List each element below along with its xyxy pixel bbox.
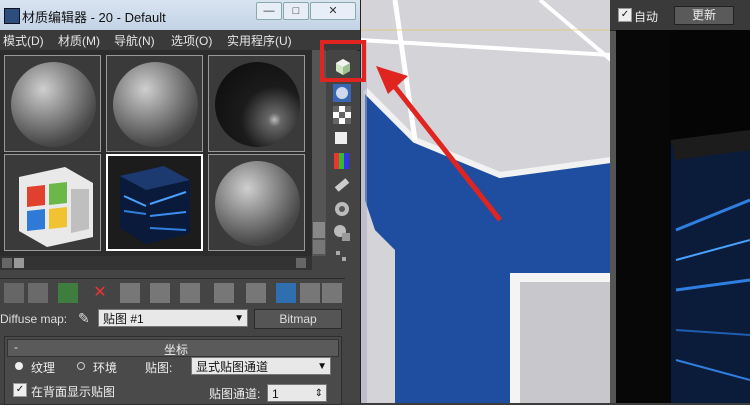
make-preview-icon[interactable] bbox=[333, 176, 351, 194]
coordinates-rollout: - 坐标 纹理 环境 贴图: 显式贴图通道 ▼ ✓ 在背面显示贴图 贴图通道: … bbox=[4, 336, 342, 405]
go-forward-to-sibling-icon[interactable] bbox=[300, 283, 320, 303]
map-row: Diffuse map: ✎ 贴图 #1 ▼ Bitmap bbox=[0, 307, 345, 331]
scroll-down-icon[interactable] bbox=[313, 240, 325, 254]
chevron-down-icon: ▼ bbox=[234, 313, 244, 324]
render-window: ✓ 自动 更新 bbox=[610, 0, 750, 403]
sample-slots bbox=[0, 50, 312, 256]
show-back-checkbox[interactable]: ✓ bbox=[13, 383, 27, 397]
material-editor-window: 材质编辑器 - 20 - Default — □ ✕ 模式(D) 材质(M) 导… bbox=[0, 0, 361, 405]
put-to-library-icon[interactable] bbox=[150, 283, 170, 303]
eyedropper-icon[interactable]: ✎ bbox=[78, 310, 90, 327]
sphere-preview bbox=[11, 62, 96, 147]
map-label: 贴图: bbox=[145, 361, 173, 375]
rollout-title: 坐标 bbox=[164, 343, 189, 357]
put-to-scene-icon[interactable] bbox=[28, 283, 48, 303]
menu-options[interactable]: 选项(O) bbox=[171, 32, 212, 49]
show-end-result-icon[interactable] bbox=[246, 283, 266, 303]
scroll-left-icon[interactable] bbox=[2, 258, 12, 268]
map-channel-type-dropdown[interactable]: 显式贴图通道 ▼ bbox=[191, 357, 331, 375]
minimize-button[interactable]: — bbox=[256, 2, 282, 20]
sample-slot[interactable] bbox=[106, 55, 203, 152]
backlight-icon[interactable] bbox=[333, 84, 351, 102]
sample-slot[interactable] bbox=[4, 55, 101, 152]
render-preview bbox=[616, 30, 750, 403]
rollout-collapse[interactable]: - bbox=[14, 340, 18, 354]
light-cube-preview bbox=[108, 156, 201, 249]
material-toolbar: ✕ bbox=[0, 278, 345, 307]
update-button[interactable]: 更新 bbox=[674, 6, 734, 25]
menu-utilities[interactable]: 实用程序(U) bbox=[227, 32, 292, 49]
auto-label: 自动 bbox=[634, 10, 659, 24]
go-to-parent-icon[interactable] bbox=[276, 283, 296, 303]
scroll-thumb[interactable] bbox=[14, 258, 24, 268]
rollout-header[interactable]: - 坐标 bbox=[7, 339, 339, 357]
title-bar: 材质编辑器 - 20 - Default — □ ✕ bbox=[0, 0, 360, 30]
render-toolbar: ✓ 自动 更新 bbox=[610, 0, 750, 31]
reset-map-icon[interactable]: ✕ bbox=[90, 283, 110, 303]
show-shaded-icon[interactable] bbox=[214, 283, 234, 303]
chevron-down-icon: ▼ bbox=[317, 361, 327, 372]
video-color-check-icon[interactable] bbox=[333, 152, 351, 170]
map-name-value: 贴图 #1 bbox=[103, 312, 144, 326]
environment-radio[interactable] bbox=[77, 362, 85, 370]
material-id-icon[interactable] bbox=[333, 248, 351, 266]
background-checker-icon[interactable] bbox=[333, 106, 351, 124]
highlight-box bbox=[320, 40, 366, 82]
options-icon[interactable] bbox=[333, 200, 351, 218]
map-name-dropdown[interactable]: 贴图 #1 ▼ bbox=[98, 309, 248, 327]
sphere-preview bbox=[215, 161, 300, 246]
slots-horizontal-scrollbar[interactable] bbox=[0, 256, 312, 270]
close-button[interactable]: ✕ bbox=[310, 2, 356, 20]
scroll-up-icon[interactable] bbox=[313, 222, 325, 238]
auto-checkbox[interactable]: ✓ bbox=[618, 8, 632, 22]
menu-bar: 模式(D) 材质(M) 导航(N) 选项(O) 实用程序(U) bbox=[0, 30, 360, 51]
menu-material[interactable]: 材质(M) bbox=[58, 32, 100, 49]
pick-material-icon[interactable] bbox=[322, 283, 342, 303]
render-preview-image bbox=[616, 30, 750, 403]
texture-label: 纹理 bbox=[31, 361, 56, 375]
select-by-material-icon[interactable] bbox=[333, 224, 351, 242]
sample-slot[interactable] bbox=[4, 154, 101, 251]
scroll-right-icon[interactable] bbox=[296, 258, 306, 268]
sphere-preview bbox=[215, 62, 300, 147]
sample-slot-active[interactable] bbox=[106, 154, 203, 251]
assign-to-selection-icon[interactable] bbox=[58, 283, 78, 303]
spinner-icon[interactable]: ⇕ bbox=[315, 385, 323, 403]
side-toolbar bbox=[327, 50, 357, 280]
sample-slot[interactable] bbox=[208, 154, 305, 251]
get-material-icon[interactable] bbox=[4, 283, 24, 303]
channel-spinner[interactable]: 1 ⇕ bbox=[267, 384, 327, 402]
uv-tiling-icon[interactable] bbox=[333, 130, 351, 148]
channel-value: 1 bbox=[272, 387, 279, 401]
sample-slot[interactable] bbox=[208, 55, 305, 152]
maximize-button[interactable]: □ bbox=[283, 2, 309, 20]
sphere-preview bbox=[113, 62, 198, 147]
show-back-label: 在背面显示贴图 bbox=[31, 385, 116, 399]
menu-mode[interactable]: 模式(D) bbox=[3, 32, 44, 49]
app-icon bbox=[4, 8, 20, 24]
map-type-button[interactable]: Bitmap bbox=[254, 309, 342, 329]
texture-radio[interactable] bbox=[15, 362, 23, 370]
environment-label: 环境 bbox=[93, 361, 118, 375]
diffuse-map-label: Diffuse map: bbox=[0, 312, 68, 326]
windows-cube-preview bbox=[5, 155, 100, 250]
channel-label: 贴图通道: bbox=[209, 387, 261, 401]
material-id-channel-icon[interactable] bbox=[180, 283, 200, 303]
red-arrow bbox=[376, 66, 502, 222]
window-title: 材质编辑器 - 20 - Default bbox=[22, 10, 166, 25]
menu-navigation[interactable]: 导航(N) bbox=[114, 32, 155, 49]
map-channel-type-value: 显式贴图通道 bbox=[196, 360, 269, 374]
make-unique-icon[interactable] bbox=[120, 283, 140, 303]
